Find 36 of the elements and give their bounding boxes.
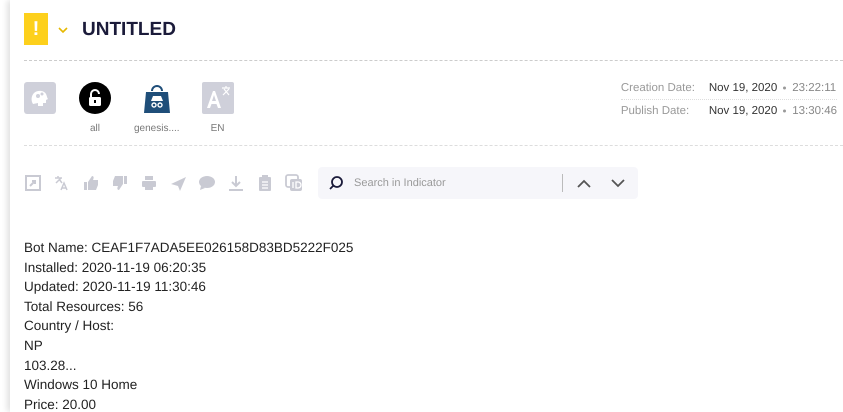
- chevron-down-icon[interactable]: [611, 178, 625, 188]
- date-value: Nov 19, 2020: [708, 105, 778, 117]
- search-field[interactable]: Search in Indicator: [348, 167, 558, 199]
- badge-label: EN: [210, 123, 225, 134]
- detail-line: Country / Host:: [24, 317, 116, 336]
- padlock-icon[interactable]: [78, 81, 112, 115]
- detail-line: NP: [24, 336, 44, 355]
- date-label: Creation Date:: [620, 82, 696, 94]
- share-box-icon[interactable]: [24, 174, 42, 192]
- printer-icon[interactable]: [140, 174, 158, 192]
- thumbs-up-icon[interactable]: [82, 174, 100, 192]
- chevron-up-icon[interactable]: [577, 178, 591, 188]
- id-card-icon[interactable]: [285, 174, 303, 192]
- time-value: 23:22:11: [792, 82, 836, 94]
- speech-bubble-icon[interactable]: [198, 174, 216, 192]
- clipboard-icon[interactable]: [256, 174, 274, 192]
- indicator-title: UNTITLED: [82, 19, 176, 41]
- detail-line: 103.28...: [24, 356, 78, 375]
- detail-line: Bot Name: CEAF1F7ADA5EE026158D83BD5222F025: [24, 239, 354, 257]
- translate-icon[interactable]: [202, 82, 234, 114]
- detail-line: Total Resources: 56: [24, 298, 144, 316]
- badge-label: all: [90, 123, 100, 134]
- alert-badge: !: [24, 13, 48, 45]
- paper-plane-icon[interactable]: [169, 174, 187, 192]
- detail-line: Price: 20.00: [24, 396, 98, 412]
- time-value: 13:30:46: [792, 105, 837, 117]
- date-value: Nov 19, 2020: [708, 82, 778, 94]
- download-icon[interactable]: [227, 174, 245, 192]
- date-label: Publish Date:: [620, 105, 690, 117]
- thumbs-down-icon[interactable]: [111, 174, 129, 192]
- search-icon: [318, 167, 348, 199]
- detail-line: Windows 10 Home: [24, 376, 138, 394]
- head-gears-icon[interactable]: [24, 82, 56, 114]
- detail-line: Updated: 2020-11-19 11:30:46: [24, 278, 207, 296]
- detail-line: Installed: 2020-11-19 06:20:35: [24, 258, 208, 277]
- badge-label: genesis....: [134, 123, 180, 134]
